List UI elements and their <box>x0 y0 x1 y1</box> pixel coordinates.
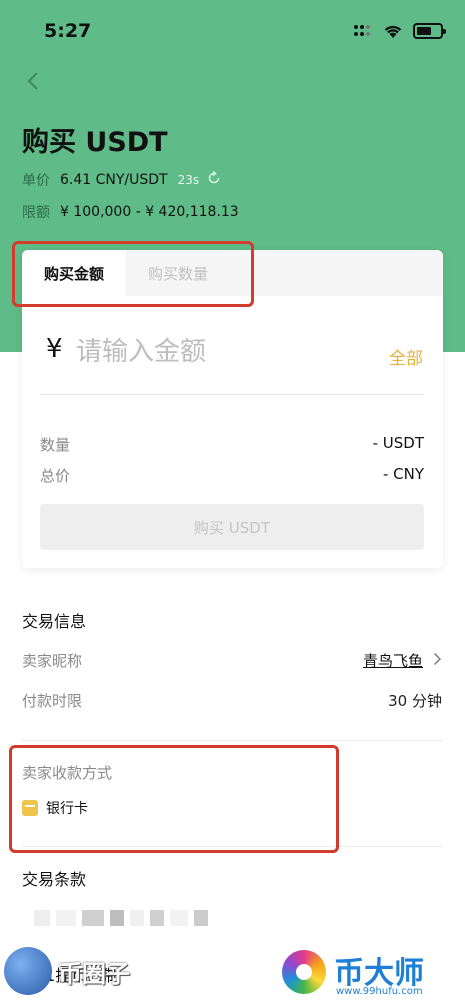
pixelated-terms-text <box>34 910 208 926</box>
watermark-logo-icon <box>4 947 52 995</box>
signal-icon <box>354 25 370 36</box>
wifi-icon <box>384 25 402 38</box>
divider <box>22 740 443 741</box>
pixel-block <box>34 910 50 926</box>
annotation-box-tabs <box>12 241 254 307</box>
total-price-row: 总价 - CNY <box>40 465 424 486</box>
back-arrow-icon[interactable] <box>26 70 50 98</box>
payment-time-limit-label: 付款时限 <box>22 692 83 710</box>
pixel-block <box>110 910 124 926</box>
quantity-label: 数量 <box>40 436 71 454</box>
payment-time-limit-row: 付款时限 30 分钟 <box>22 690 442 711</box>
seller-name-link[interactable]: 青鸟飞鱼 <box>363 650 442 671</box>
watermark-left: 币圈子 <box>0 942 170 1000</box>
pixel-block <box>170 910 188 926</box>
unit-price-label: 单价 <box>22 173 50 189</box>
pixel-block <box>82 910 104 926</box>
watermark-left-text: 币圈子 <box>58 959 130 988</box>
pixel-block <box>194 910 208 926</box>
status-bar: 5:27 <box>0 0 465 60</box>
pixel-block <box>150 910 164 926</box>
pixel-block <box>56 910 76 926</box>
price-countdown: 23s <box>177 173 200 187</box>
quantity-row: 数量 - USDT <box>40 434 424 455</box>
unit-price-row: 单价 6.41 CNY/USDT 23s <box>22 170 221 190</box>
amount-input-area: ¥ 全部 <box>22 296 443 394</box>
divider <box>40 394 424 395</box>
unit-price-value: 6.41 CNY/USDT <box>60 172 168 188</box>
currency-symbol: ¥ <box>46 334 63 364</box>
seller-row: 卖家昵称 青鸟飞鱼 <box>22 650 442 671</box>
amount-input[interactable] <box>76 334 366 370</box>
limit-label: 限额 <box>22 205 50 221</box>
chevron-right-icon <box>433 650 442 671</box>
limit-value: ¥ 100,000 - ¥ 420,118.13 <box>60 204 239 220</box>
watermark-right: 币大师 www.99hufu.com <box>282 948 462 1000</box>
all-amount-button[interactable]: 全部 <box>389 344 423 369</box>
trade-info-title: 交易信息 <box>22 612 87 631</box>
refresh-icon[interactable] <box>207 170 221 189</box>
quantity-value: - USDT <box>372 434 424 452</box>
trade-terms-title: 交易条款 <box>22 870 87 889</box>
battery-icon <box>413 23 446 39</box>
status-time: 5:27 <box>44 20 92 42</box>
seller-name: 青鸟飞鱼 <box>362 652 423 670</box>
watermark-flower-icon <box>282 950 326 994</box>
limit-row: 限额 ¥ 100,000 - ¥ 420,118.13 <box>22 202 239 222</box>
buy-usdt-button[interactable]: 购买 USDT <box>40 504 424 550</box>
total-price-value: - CNY <box>382 465 424 483</box>
seller-label: 卖家昵称 <box>22 652 83 670</box>
payment-time-limit-value: 30 分钟 <box>388 692 442 710</box>
status-icons <box>353 23 446 39</box>
page-title: 购买 USDT <box>22 127 168 158</box>
annotation-box-payment <box>9 745 339 853</box>
pixel-block <box>130 910 144 926</box>
total-price-label: 总价 <box>40 467 71 485</box>
watermark-url: www.99hufu.com <box>336 986 423 997</box>
